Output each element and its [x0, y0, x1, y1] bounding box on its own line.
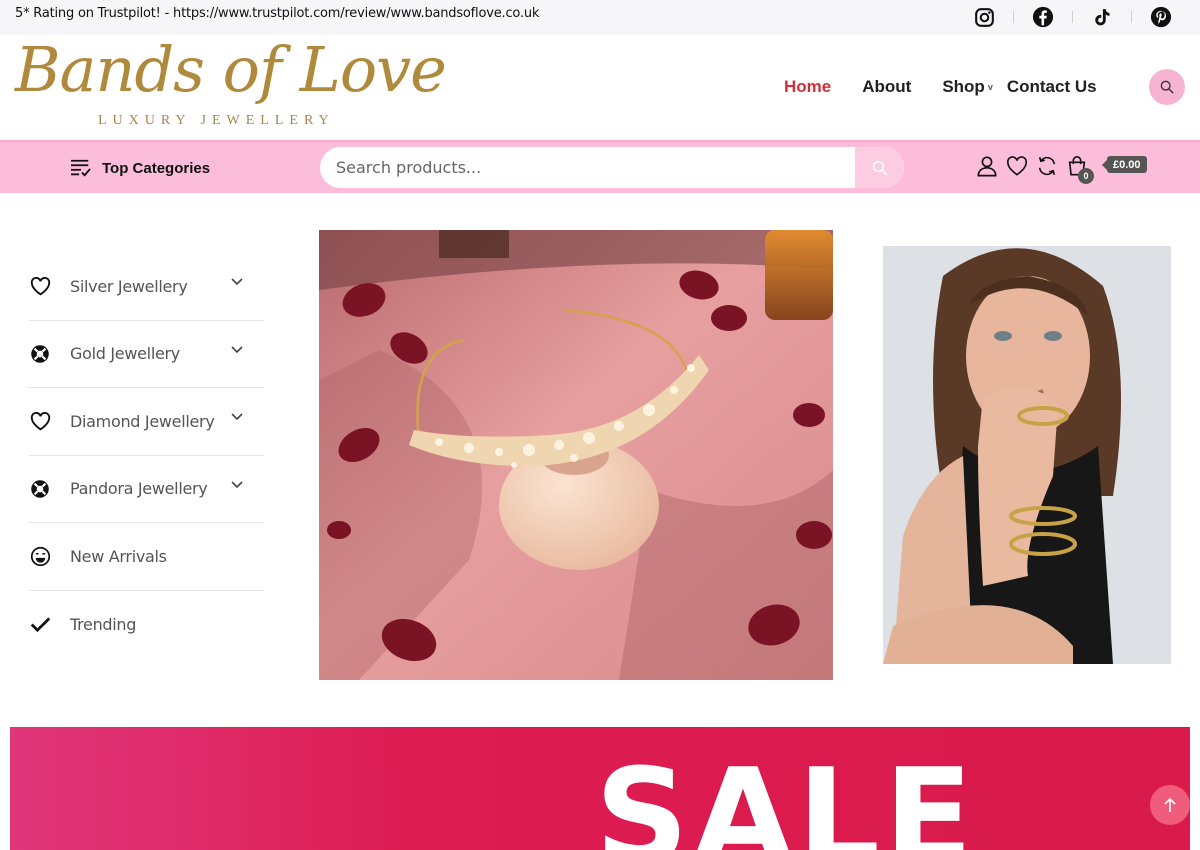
arrow-up-icon: [1164, 797, 1176, 812]
chevron-down-icon[interactable]: [230, 277, 244, 287]
category-label: Gold Jewellery: [70, 344, 180, 364]
top-bar: 5* Rating on Trustpilot! - https://www.t…: [0, 0, 1200, 35]
search-submit-button[interactable]: [855, 147, 904, 188]
nav-shop[interactable]: Shop v: [942, 77, 993, 97]
smile-icon: [29, 545, 51, 567]
user-icon[interactable]: [975, 154, 999, 178]
category-label: New Arrivals: [70, 546, 167, 566]
facebook-icon[interactable]: [1032, 6, 1054, 28]
category-item-silver-jewellery[interactable]: Silver Jewellery: [29, 253, 264, 321]
cart-count-badge: 0: [1078, 168, 1094, 184]
category-item-gold-jewellery[interactable]: Gold Jewellery: [29, 321, 264, 388]
check-icon: [29, 613, 51, 635]
cart-bag-icon[interactable]: 0: [1065, 154, 1094, 184]
divider: [1013, 11, 1014, 23]
category-item-new-arrivals[interactable]: New Arrivals: [29, 523, 264, 591]
category-item-diamond-jewellery[interactable]: Diamond Jewellery: [29, 388, 264, 456]
search-icon: [872, 160, 887, 175]
category-label: Diamond Jewellery: [70, 411, 215, 431]
site-header: Bands of Love LUXURY JEWELLERY Home Abou…: [0, 33, 1200, 140]
site-logo[interactable]: Bands of Love LUXURY JEWELLERY: [15, 33, 447, 134]
nav-about[interactable]: About: [862, 77, 911, 97]
chevron-down-icon[interactable]: [230, 412, 244, 422]
category-label: Pandora Jewellery: [70, 479, 208, 499]
divider: [1131, 11, 1132, 23]
account-icons: 0: [975, 154, 1095, 184]
pinterest-icon[interactable]: [1150, 6, 1172, 28]
sale-banner-text: SALE: [595, 740, 977, 850]
logo-tagline: LUXURY JEWELLERY: [98, 113, 335, 128]
list-check-icon: [71, 159, 91, 177]
search-icon: [1160, 80, 1174, 94]
category-label: Trending: [70, 614, 137, 634]
chevron-down-icon: v: [987, 82, 993, 92]
chevron-down-icon[interactable]: [230, 480, 244, 490]
scroll-to-top-button[interactable]: [1150, 785, 1190, 825]
top-categories-toggle[interactable]: Top Categories: [70, 158, 210, 178]
category-item-pandora-jewellery[interactable]: Pandora Jewellery: [29, 456, 264, 523]
logo-script-text: Bands of Love: [15, 33, 447, 106]
instagram-icon[interactable]: [973, 6, 995, 28]
wishlist-heart-icon[interactable]: [1005, 154, 1029, 178]
nav-shop-label: Shop: [942, 77, 985, 96]
tiktok-icon[interactable]: [1091, 6, 1113, 28]
cart-total-badge[interactable]: £0.00: [1102, 156, 1147, 173]
top-categories-label: Top Categories: [102, 159, 211, 177]
social-links: [973, 6, 1172, 28]
sale-banner[interactable]: SALE: [10, 727, 1190, 850]
nav-contact[interactable]: Contact Us: [1007, 77, 1097, 97]
heart-icon: [29, 410, 51, 432]
divider: [1072, 11, 1073, 23]
header-search-button[interactable]: [1149, 69, 1185, 105]
trustpilot-promo-text[interactable]: 5* Rating on Trustpilot! - https://www.t…: [15, 6, 539, 21]
category-search-bar: Top Categories 0 £0.00: [0, 140, 1200, 193]
search-input[interactable]: [320, 147, 855, 188]
category-label: Silver Jewellery: [70, 276, 188, 296]
nav-home[interactable]: Home: [784, 77, 831, 97]
main-nav: Home About Shop v Contact Us: [784, 77, 1097, 97]
lifebuoy-icon: [29, 478, 51, 500]
category-menu: Silver Jewellery Gold Jewellery Diamond …: [29, 253, 264, 658]
compare-refresh-icon[interactable]: [1035, 154, 1059, 178]
category-item-trending[interactable]: Trending: [29, 591, 264, 659]
model-jewellery-image[interactable]: [883, 246, 1171, 664]
tiara-product-image[interactable]: [319, 230, 833, 680]
chevron-down-icon[interactable]: [230, 345, 244, 355]
lifebuoy-icon: [29, 343, 51, 365]
heart-icon: [29, 275, 51, 297]
product-search: [320, 147, 904, 188]
